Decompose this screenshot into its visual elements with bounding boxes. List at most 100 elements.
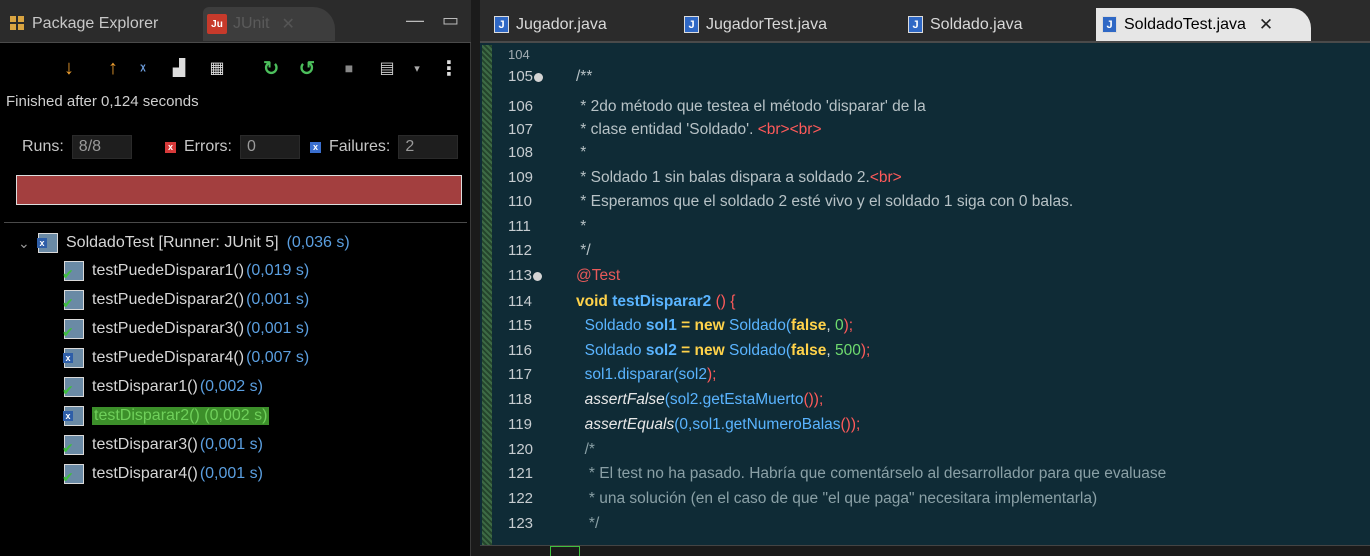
type-name: Soldado	[584, 342, 642, 359]
tree-item-selected: testDisparar2() (0,002 s)	[92, 407, 270, 425]
package-explorer-icon	[10, 16, 26, 32]
test-failed-icon	[63, 348, 84, 368]
tab-package-explorer[interactable]: Package Explorer	[10, 9, 158, 39]
scroll-lock-icon[interactable]: ▟	[166, 54, 192, 82]
java-file-icon: J	[684, 16, 699, 33]
test-history-icon[interactable]: ▤	[374, 54, 400, 82]
errors-label: Errors:	[184, 138, 232, 155]
tree-item-label: testPuedeDisparar1()	[92, 262, 245, 279]
java-file-icon: J	[1102, 16, 1117, 33]
html-tag: <br>	[869, 169, 902, 186]
paren: ());	[803, 391, 824, 408]
line-number: 111	[508, 218, 531, 235]
tab-label: Soldado.java	[930, 15, 1023, 33]
tree-item-time: (0,002 s)	[199, 378, 263, 395]
line-number: 115	[508, 317, 532, 334]
failure-icon: x	[310, 141, 321, 153]
tree-root-soldadotest[interactable]: ⌄ SoldadoTest [Runner: JUnit 5] (0,036 s…	[18, 230, 350, 256]
tree-item-testdisparar2[interactable]: testDisparar2() (0,002 s)	[63, 403, 270, 429]
tab-label: Jugador.java	[516, 15, 607, 33]
code-line-111: *	[576, 218, 587, 235]
tab-label: JugadorTest.java	[706, 15, 827, 33]
line-number: 105	[508, 68, 552, 85]
tree-item-testdisparar1[interactable]: testDisparar1() (0,002 s)	[62, 374, 263, 400]
rerun-failed-first-icon[interactable]: ↺	[294, 54, 320, 82]
code-line-117: sol1.disparar(sol2);	[576, 366, 717, 384]
test-passed-icon	[62, 261, 84, 283]
next-failure-icon[interactable]: ↓	[56, 54, 82, 82]
runs-counter: Runs: 8/8	[22, 135, 132, 159]
tree-item-time: (0,001 s)	[246, 320, 310, 337]
tree-root-time: (0,036 s)	[286, 234, 350, 251]
comment-text: */	[584, 515, 600, 532]
tree-item-testpuededisparar2[interactable]: testPuedeDisparar2() (0,001 s)	[62, 287, 309, 313]
tree-item-testpuededisparar3[interactable]: testPuedeDisparar3() (0,001 s)	[62, 316, 310, 342]
failures-label: Failures:	[329, 138, 391, 155]
tree-item-label: testDisparar2()	[94, 407, 200, 424]
tree-item-time: (0,001 s)	[199, 465, 263, 482]
javadoc-text: * Soldado 1 sin balas dispara a soldado …	[576, 169, 870, 186]
line-number: 120	[508, 441, 534, 458]
tree-item-testdisparar4[interactable]: testDisparar4() (0,001 s)	[62, 461, 263, 487]
tree-item-testpuededisparar4[interactable]: testPuedeDisparar4() (0,007 s)	[63, 345, 310, 371]
minimize-icon[interactable]: —	[406, 10, 424, 31]
tree-item-time: (0,007 s)	[246, 349, 310, 366]
tab-label: SoldadoTest.java	[1124, 15, 1246, 33]
close-icon[interactable]: ✕	[281, 14, 294, 34]
number: 500	[835, 342, 861, 359]
fold-icon[interactable]	[532, 271, 542, 281]
tree-root-label: SoldadoTest [Runner: JUnit 5]	[66, 234, 279, 251]
tab-jugador-java[interactable]: J Jugador.java	[488, 8, 619, 41]
line-number: 107	[508, 121, 534, 138]
chevron-down-icon[interactable]: ⌄	[18, 235, 30, 252]
stop-icon[interactable]: ■	[336, 54, 362, 82]
tab-package-explorer-label: Package Explorer	[32, 15, 159, 32]
tab-soldado-java[interactable]: J Soldado.java	[902, 8, 1035, 41]
show-skipped-icon[interactable]: ▦	[204, 54, 230, 82]
variable-name: sol2	[645, 342, 677, 359]
tab-junit-label: JUnit	[233, 15, 270, 32]
tree-item-testpuededisparar1[interactable]: testPuedeDisparar1() (0,019 s)	[62, 258, 309, 284]
keyword: new	[694, 317, 725, 334]
tab-jugadortest-java[interactable]: J JugadorTest.java	[678, 8, 839, 41]
divider	[4, 222, 467, 223]
number: 0	[835, 317, 844, 334]
previous-failure-icon[interactable]: ↑	[100, 54, 126, 82]
junit-panel: Package Explorer Ju JUnit ✕ — ▭ ↓ ↑ ᵡ ▟ …	[0, 0, 471, 556]
rerun-test-icon[interactable]: ↻	[258, 54, 284, 82]
line-number: 109	[508, 169, 534, 186]
maximize-icon[interactable]: ▭	[442, 10, 459, 31]
errors-value: 0	[240, 135, 300, 159]
variable-name: sol1	[645, 317, 677, 334]
brace: () {	[711, 293, 736, 310]
code-line-105: /**	[576, 68, 593, 85]
code-line-108: *	[576, 144, 587, 161]
view-menu-icon[interactable]: ⋮	[436, 54, 462, 82]
tab-soldadotest-java[interactable]: J SoldadoTest.java ✕	[1096, 8, 1312, 41]
variable-ref: sol1	[584, 366, 614, 383]
tree-item-testdisparar3[interactable]: testDisparar3() (0,001 s)	[62, 432, 263, 458]
tree-item-label: testPuedeDisparar4()	[92, 349, 245, 366]
tab-junit[interactable]: Ju JUnit ✕	[203, 7, 335, 41]
method-name: testDisparar2	[612, 293, 712, 310]
chevron-down-icon[interactable]: ▾	[404, 54, 430, 82]
failures-value: 2	[398, 135, 459, 159]
code-area[interactable]: 104 105 106 107 108 109 110 111 112 113 …	[480, 45, 1370, 545]
code-line-112: */	[576, 242, 591, 259]
comment-text: /*	[584, 441, 595, 458]
code-line-107: * clase entidad 'Soldado'. <br><br>	[576, 121, 821, 139]
runs-label: Runs:	[22, 138, 64, 155]
constructor: Soldado(	[724, 342, 792, 359]
line-number: 114	[508, 293, 532, 310]
code-line-113: @Test	[576, 267, 621, 284]
type-name: Soldado	[584, 317, 642, 334]
close-icon[interactable]: ✕	[1259, 15, 1273, 35]
comma: ,	[826, 342, 835, 359]
fold-icon[interactable]	[534, 72, 544, 82]
line-number: 108	[508, 144, 534, 161]
paren: ());	[840, 416, 861, 433]
show-failures-only-icon[interactable]: ᵡ	[130, 54, 156, 82]
keyword: new	[694, 342, 725, 359]
code-line-120: /*	[576, 441, 595, 459]
method-call: .disparar(	[613, 366, 679, 383]
